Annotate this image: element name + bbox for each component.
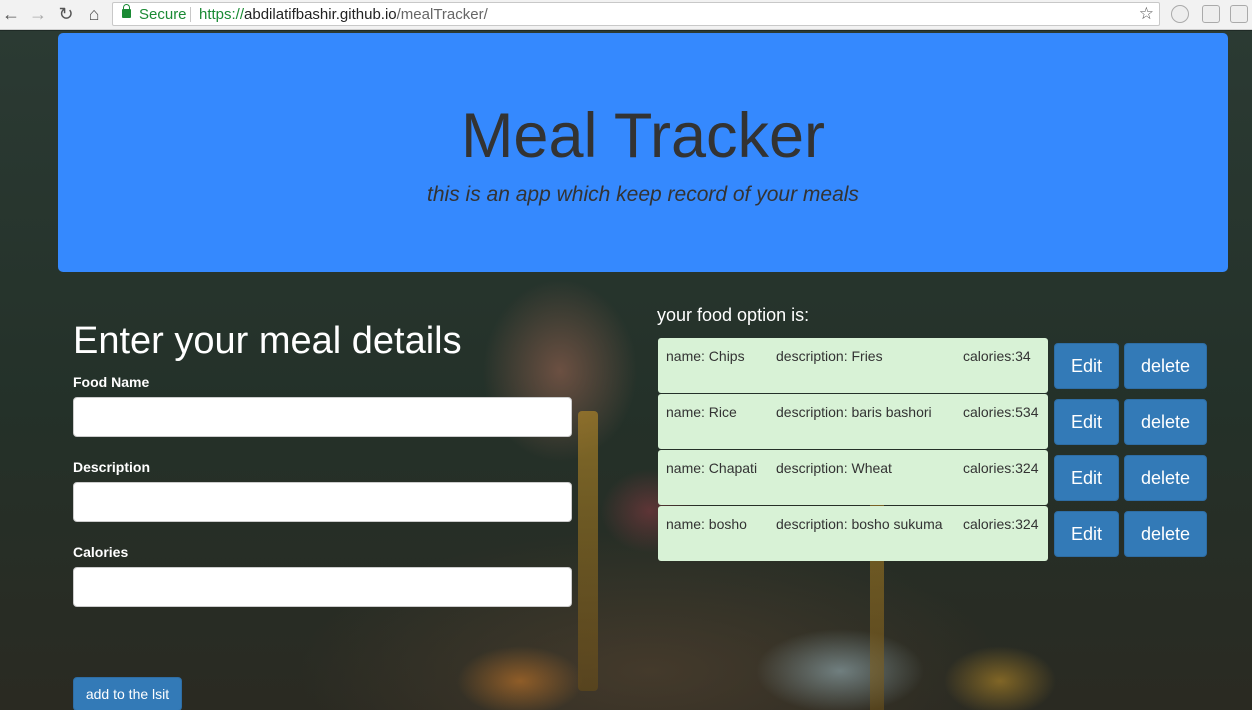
description-input[interactable] [73, 482, 572, 522]
food-item-description: description: bosho sukuma [776, 516, 943, 532]
food-item-name: name: Chapati [666, 460, 758, 476]
header-jumbotron: Meal Tracker this is an app which keep r… [58, 33, 1228, 272]
back-arrow-icon[interactable]: ← [0, 3, 22, 25]
food-item-description: description: Wheat [776, 460, 892, 476]
secure-label: Secure [139, 6, 187, 23]
food-item-row: name: Chips description: Fries calories:… [658, 338, 1048, 393]
page-background: Meal Tracker this is an app which keep r… [0, 31, 1252, 710]
food-item-name: name: Rice [666, 404, 737, 420]
extension-icon[interactable] [1202, 5, 1220, 23]
description-label: Description [73, 459, 151, 475]
food-name-label: Food Name [73, 374, 150, 390]
url-scheme: https:// [199, 6, 245, 23]
edit-button[interactable]: Edit [1054, 343, 1119, 389]
reload-icon[interactable]: ↻ [55, 3, 77, 25]
food-item-description: description: baris bashori [776, 404, 932, 420]
extension-icon[interactable] [1230, 5, 1248, 23]
address-bar[interactable]: Secure https://abdilatifbashir.github.io… [112, 2, 1160, 26]
food-item-name: name: Chips [666, 348, 745, 364]
form-title: Enter your meal details [73, 320, 462, 362]
edit-button[interactable]: Edit [1054, 511, 1119, 557]
add-to-list-button[interactable]: add to the lsit [73, 677, 182, 710]
bookmark-star-icon[interactable]: ☆ [1139, 4, 1154, 24]
food-item-calories: calories:534 [963, 404, 1039, 420]
calories-input[interactable] [73, 567, 572, 607]
delete-button[interactable]: delete [1124, 455, 1207, 501]
food-item-row: name: bosho description: bosho sukuma ca… [658, 506, 1048, 561]
food-item-calories: calories:34 [963, 348, 1031, 364]
food-item-description: description: Fries [776, 348, 883, 364]
food-item-row: name: Chapati description: Wheat calorie… [658, 450, 1048, 505]
food-name-input[interactable] [73, 397, 572, 437]
delete-button[interactable]: delete [1124, 511, 1207, 557]
food-item-row: name: Rice description: baris bashori ca… [658, 394, 1048, 449]
food-item-calories: calories:324 [963, 516, 1039, 532]
browser-toolbar: ← → ↻ ⌂ Secure https://abdilatifbashir.g… [0, 0, 1252, 30]
food-list-title: your food option is: [657, 305, 810, 325]
background-candlestick [578, 411, 598, 691]
delete-button[interactable]: delete [1124, 399, 1207, 445]
calories-label: Calories [73, 544, 129, 560]
address-separator [190, 7, 191, 22]
url-text: https://abdilatifbashir.github.io/mealTr… [199, 6, 488, 23]
url-host: abdilatifbashir.github.io [244, 6, 397, 23]
url-path: /mealTracker/ [396, 6, 488, 23]
forward-arrow-icon[interactable]: → [27, 3, 49, 25]
edit-button[interactable]: Edit [1054, 399, 1119, 445]
page-title: Meal Tracker [460, 101, 826, 171]
delete-button[interactable]: delete [1124, 343, 1207, 389]
page-subtitle: this is an app which keep record of your… [427, 183, 859, 206]
home-icon[interactable]: ⌂ [83, 3, 105, 25]
lock-icon [122, 4, 131, 18]
food-item-name: name: bosho [666, 516, 747, 532]
extension-icon[interactable] [1171, 5, 1189, 23]
food-item-calories: calories:324 [963, 460, 1039, 476]
edit-button[interactable]: Edit [1054, 455, 1119, 501]
